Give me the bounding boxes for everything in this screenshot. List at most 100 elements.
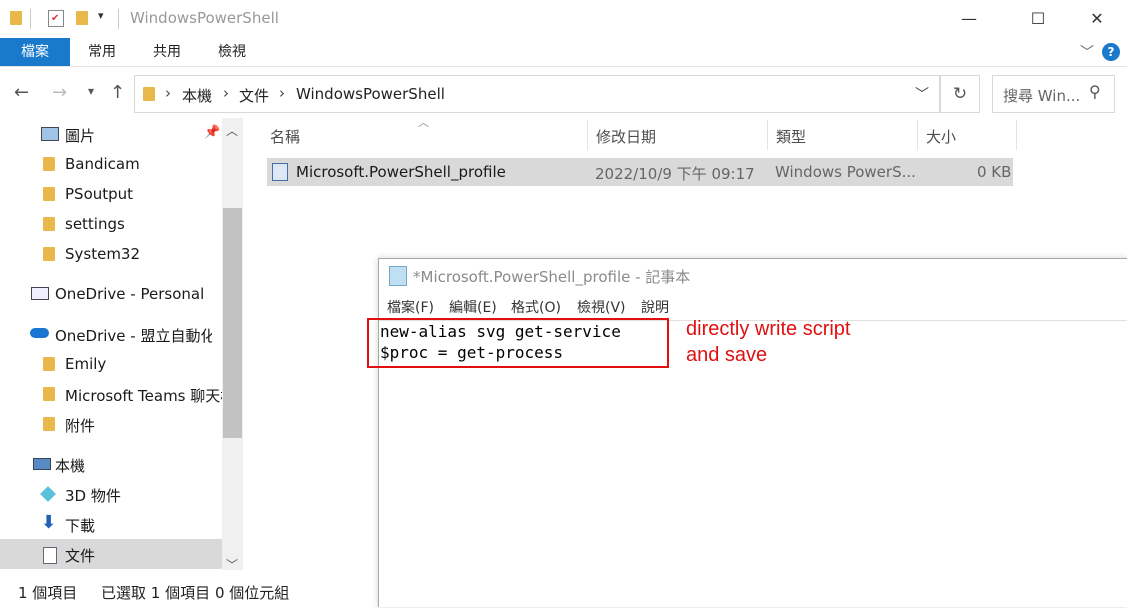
- address-bar[interactable]: › 本機 › 文件 › WindowsPowerShell ﹀: [134, 75, 940, 113]
- recent-locations-icon[interactable]: ▾: [88, 84, 94, 98]
- forward-arrow-icon[interactable]: →: [52, 82, 67, 103]
- powershell-script-icon: [272, 163, 288, 181]
- search-input[interactable]: 搜尋 Win...: [1003, 85, 1080, 106]
- pin-icon[interactable]: 📌: [204, 125, 220, 140]
- customize-qat-icon[interactable]: ▾: [98, 9, 104, 22]
- maximize-button[interactable]: ☐: [1015, 0, 1061, 38]
- nav-item-label: 3D 物件: [65, 487, 121, 505]
- nav-item-attachments[interactable]: 附件: [0, 409, 222, 439]
- nav-item-system32[interactable]: System32: [0, 239, 222, 269]
- nav-item-label: System32: [65, 245, 141, 263]
- file-size: 0 KB: [977, 163, 1012, 181]
- nav-item-label: settings: [65, 215, 125, 233]
- nav-item-settings[interactable]: settings: [0, 209, 222, 239]
- refresh-icon[interactable]: ↻: [940, 75, 980, 113]
- file-modified: 2022/10/9 下午 09:17: [595, 165, 755, 183]
- nav-item-teams-chat[interactable]: Microsoft Teams 聊天檔: [0, 379, 222, 409]
- column-divider[interactable]: [917, 120, 918, 150]
- menu-edit[interactable]: 編輯(E): [449, 297, 497, 317]
- annotation-text: directly write script and save: [686, 316, 850, 368]
- column-divider[interactable]: [1016, 120, 1017, 150]
- search-box[interactable]: 搜尋 Win... ⚲: [992, 75, 1115, 113]
- notepad-title-bar: *Microsoft.PowerShell_profile - 記事本: [379, 259, 1127, 291]
- notepad-title: *Microsoft.PowerShell_profile - 記事本: [413, 268, 691, 286]
- address-dropdown-icon[interactable]: ﹀: [915, 84, 929, 104]
- onedrive-cloud-icon: [30, 328, 49, 338]
- divider: [118, 9, 119, 29]
- folder-icon: [10, 11, 22, 25]
- menu-help[interactable]: 說明: [641, 297, 669, 317]
- help-icon[interactable]: ?: [1102, 43, 1120, 61]
- chevron-down-icon[interactable]: ﹀: [1080, 42, 1094, 62]
- breadcrumb-this-pc[interactable]: 本機: [182, 85, 212, 106]
- column-size[interactable]: 大小: [926, 126, 956, 147]
- menu-file[interactable]: 檔案(F): [387, 297, 434, 317]
- tab-file[interactable]: 檔案: [0, 38, 70, 66]
- menu-format[interactable]: 格式(O): [511, 297, 561, 317]
- documents-icon: [43, 547, 57, 564]
- nav-item-downloads[interactable]: ⬇ 下載: [0, 509, 222, 539]
- folder-icon: [43, 357, 55, 371]
- nav-item-label: Emily: [65, 355, 107, 373]
- folder-icon: [143, 87, 155, 101]
- status-item-count: 1 個項目: [18, 584, 78, 602]
- search-icon[interactable]: ⚲: [1089, 82, 1101, 101]
- nav-scrollbar-thumb[interactable]: [223, 208, 242, 438]
- ribbon-tabs: 檔案 常用 共用 檢視 ﹀ ?: [0, 38, 1127, 66]
- column-divider[interactable]: [587, 120, 588, 150]
- onedrive-personal-icon: [31, 287, 49, 300]
- divider: [30, 9, 31, 29]
- nav-item-label: PSoutput: [65, 185, 134, 203]
- up-arrow-icon[interactable]: ↑: [110, 82, 125, 103]
- column-type[interactable]: 類型: [776, 126, 806, 147]
- file-type: Windows PowerS...: [775, 163, 916, 181]
- back-arrow-icon[interactable]: ←: [14, 82, 29, 103]
- nav-item-bandicam[interactable]: Bandicam: [0, 149, 222, 179]
- nav-item-onedrive-personal[interactable]: OneDrive - Personal: [0, 279, 222, 309]
- column-divider[interactable]: [767, 120, 768, 150]
- nav-item-emily[interactable]: Emily: [0, 349, 222, 379]
- nav-item-label: 附件: [65, 417, 96, 435]
- menu-view[interactable]: 檢視(V): [577, 297, 626, 317]
- folder-icon: [43, 217, 55, 231]
- tab-view[interactable]: 檢視: [204, 38, 260, 66]
- tab-home[interactable]: 常用: [74, 38, 130, 66]
- breadcrumb-windowspowershell[interactable]: WindowsPowerShell: [296, 85, 445, 103]
- annotation-line: and save: [686, 344, 768, 366]
- nav-item-documents[interactable]: 文件: [0, 539, 222, 569]
- nav-item-pictures[interactable]: 圖片 📌: [0, 119, 222, 149]
- file-row[interactable]: Microsoft.PowerShell_profile 2022/10/9 下…: [267, 158, 1013, 186]
- nav-item-psoutput[interactable]: PSoutput: [0, 179, 222, 209]
- sort-ascending-icon: ︿: [418, 116, 429, 129]
- title-bar: ✔ ▾ WindowsPowerShell — ☐ ✕: [0, 0, 1127, 38]
- nav-item-3d-objects[interactable]: 3D 物件: [0, 479, 222, 509]
- status-selected: 已選取 1 個項目: [101, 584, 211, 602]
- column-date-modified[interactable]: 修改日期: [596, 126, 656, 147]
- nav-item-label: 本機: [55, 457, 86, 475]
- close-button[interactable]: ✕: [1074, 0, 1120, 38]
- pictures-icon: [41, 127, 59, 141]
- breadcrumb-chevron-icon[interactable]: ›: [223, 84, 229, 102]
- this-pc-icon: [33, 458, 51, 470]
- breadcrumb-chevron-icon[interactable]: ›: [279, 84, 285, 102]
- properties-icon[interactable]: ✔: [48, 10, 64, 27]
- nav-item-this-pc[interactable]: 本機: [0, 449, 222, 479]
- nav-item-label: OneDrive - Personal: [55, 285, 205, 303]
- breadcrumb-documents[interactable]: 文件: [239, 85, 269, 106]
- file-name: Microsoft.PowerShell_profile: [296, 163, 506, 181]
- annotation-line: directly write script: [686, 318, 851, 340]
- tab-share[interactable]: 共用: [138, 38, 196, 66]
- status-size: 0 個位元組: [215, 584, 290, 602]
- breadcrumb-chevron-icon[interactable]: ›: [165, 84, 171, 102]
- nav-item-label: 下載: [65, 517, 96, 535]
- scroll-up-icon[interactable]: ︿: [226, 122, 238, 139]
- navigation-pane: 圖片 📌 Bandicam PSoutput settings System32…: [0, 118, 243, 570]
- divider: [0, 66, 1127, 67]
- scroll-down-icon[interactable]: ﹀: [226, 556, 238, 573]
- minimize-button[interactable]: —: [946, 0, 992, 38]
- window-title: WindowsPowerShell: [130, 9, 279, 27]
- notepad-window[interactable]: *Microsoft.PowerShell_profile - 記事本 檔案(F…: [378, 258, 1127, 607]
- new-folder-icon[interactable]: [76, 11, 88, 25]
- column-name[interactable]: 名稱: [270, 126, 300, 147]
- nav-item-onedrive-business[interactable]: OneDrive - 盟立自動化股: [0, 319, 222, 349]
